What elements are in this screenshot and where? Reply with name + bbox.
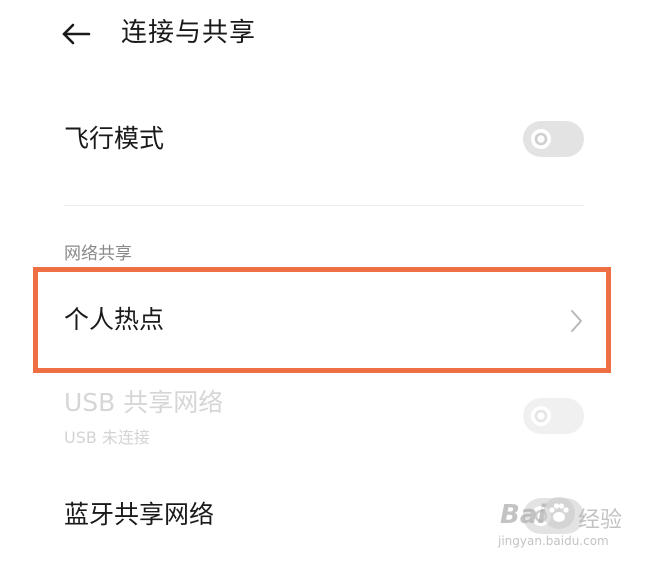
section-header-network-sharing: 网络共享 <box>64 244 132 264</box>
airplane-mode-toggle[interactable] <box>523 121 584 157</box>
toggle-knob <box>531 406 551 426</box>
header-bar: 连接与共享 <box>0 0 651 70</box>
chevron-right-icon <box>571 310 582 332</box>
airplane-mode-label: 飞行模式 <box>64 124 165 153</box>
watermark-brand: Bai <box>500 500 547 530</box>
personal-hotspot-row[interactable]: 个人热点 <box>0 272 651 368</box>
usb-tethering-toggle <box>523 398 584 434</box>
page-title: 连接与共享 <box>121 18 257 48</box>
toggle-knob <box>531 129 551 149</box>
toggle-off-icon <box>531 129 551 149</box>
watermark-brand-suffix: 经验 <box>578 508 623 533</box>
watermark: Bai 经验 jingyan.baidu.com <box>494 488 644 554</box>
airplane-mode-row[interactable]: 飞行模式 <box>0 100 651 180</box>
watermark-domain: jingyan.baidu.com <box>498 534 609 548</box>
paw-icon <box>543 497 575 529</box>
usb-tethering-label: USB 共享网络 <box>64 388 224 417</box>
bluetooth-tethering-label: 蓝牙共享网络 <box>64 500 215 529</box>
divider <box>64 205 584 206</box>
toggle-off-icon <box>531 406 551 426</box>
back-button[interactable] <box>58 18 94 50</box>
usb-tethering-sublabel: USB 未连接 <box>64 428 150 447</box>
personal-hotspot-label: 个人热点 <box>64 305 165 334</box>
usb-tethering-row: USB 共享网络 USB 未连接 <box>0 380 651 452</box>
arrow-left-icon <box>62 23 91 45</box>
